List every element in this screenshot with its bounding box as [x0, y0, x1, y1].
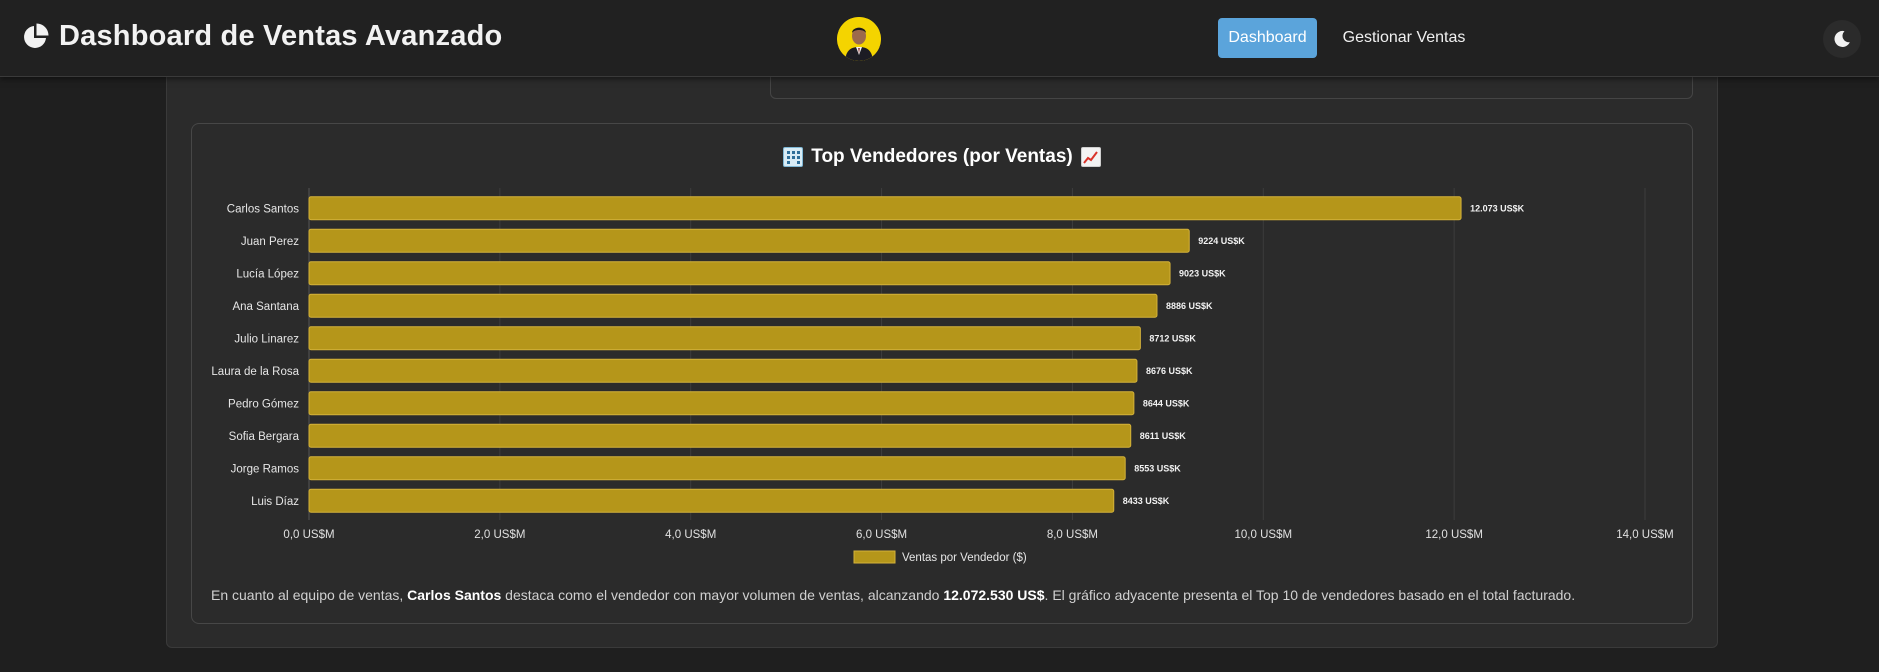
bar [308, 261, 1171, 286]
category-label: Luis Díaz [251, 496, 299, 508]
bar [308, 228, 1190, 253]
data-label: 8712 US$K [1149, 333, 1196, 343]
bar [308, 196, 1462, 221]
summary-suffix: . El gráfico adyacente presenta el Top 1… [1044, 587, 1576, 603]
summary-prefix: En cuanto al equipo de ventas, [211, 587, 408, 603]
bar [308, 358, 1138, 383]
category-label: Lucía López [236, 268, 299, 280]
category-label: Pedro Gómez [228, 398, 299, 410]
category-label: Ana Santana [232, 301, 299, 313]
x-tick-label: 4,0 US$M [665, 529, 716, 541]
data-label: 8676 US$K [1146, 366, 1193, 376]
legend-swatch [853, 550, 896, 564]
data-label: 9023 US$K [1179, 268, 1226, 278]
data-label: 9224 US$K [1198, 236, 1245, 246]
top-sellers-card: Top Vendedores (por Ventas) 0,0 US$M 2,0 … [191, 123, 1693, 624]
bar [308, 391, 1135, 416]
data-label: 8433 US$K [1123, 496, 1170, 506]
x-tick-label: 12,0 US$M [1425, 529, 1483, 541]
data-label: 8611 US$K [1140, 431, 1187, 441]
x-tick-label: 0,0 US$M [283, 529, 334, 541]
bar [308, 423, 1132, 448]
bar [308, 488, 1115, 513]
legend-label: Ventas por Vendedor ($) [902, 552, 1027, 564]
bar [308, 326, 1141, 351]
x-tick-label: 14,0 US$M [1616, 529, 1674, 541]
navbar: Dashboard de Ventas Avanzado Dashboard G… [0, 0, 1879, 77]
moon-icon [1834, 30, 1850, 47]
avatar[interactable] [837, 17, 881, 61]
brand[interactable]: Dashboard de Ventas Avanzado [21, 20, 502, 53]
category-label: Carlos Santos [227, 203, 299, 215]
summary-amount: 12.072.530 US$ [943, 587, 1045, 603]
data-label: 8886 US$K [1166, 301, 1213, 311]
user-avatar-image [837, 17, 881, 61]
category-label: Juan Perez [241, 236, 299, 248]
summary-top-seller: Carlos Santos [407, 587, 502, 603]
x-tick-label: 2,0 US$M [474, 529, 525, 541]
nav-dashboard-button[interactable]: Dashboard [1218, 18, 1317, 58]
category-label: Sofia Bergara [229, 431, 300, 443]
theme-toggle-button[interactable] [1823, 20, 1861, 58]
category-label: Jorge Ramos [231, 463, 300, 475]
pie-chart-icon [24, 23, 49, 48]
nav-gestionar-ventas-link[interactable]: Gestionar Ventas [1336, 18, 1472, 58]
chart-summary: En cuanto al equipo de ventas, Carlos Sa… [211, 587, 1681, 603]
x-tick-label: 6,0 US$M [856, 529, 907, 541]
app-title: Dashboard de Ventas Avanzado [59, 20, 503, 52]
x-tick-label: 8,0 US$M [1047, 529, 1098, 541]
data-label: 8644 US$K [1143, 398, 1190, 408]
bar [308, 456, 1126, 481]
x-tick-label: 10,0 US$M [1235, 529, 1293, 541]
data-label: 8553 US$K [1134, 463, 1181, 473]
summary-middle: destaca como el vendedor con mayor volum… [501, 587, 944, 603]
category-label: Julio Linarez [234, 333, 299, 345]
category-label: Laura de la Rosa [211, 366, 299, 378]
top-sellers-bar-chart: 0,0 US$M 2,0 US$M 4,0 US$M 6,0 US$M 8,0 US$M… [211, 188, 1674, 564]
data-label: 12.073 US$K [1470, 203, 1525, 213]
bar [308, 293, 1158, 318]
